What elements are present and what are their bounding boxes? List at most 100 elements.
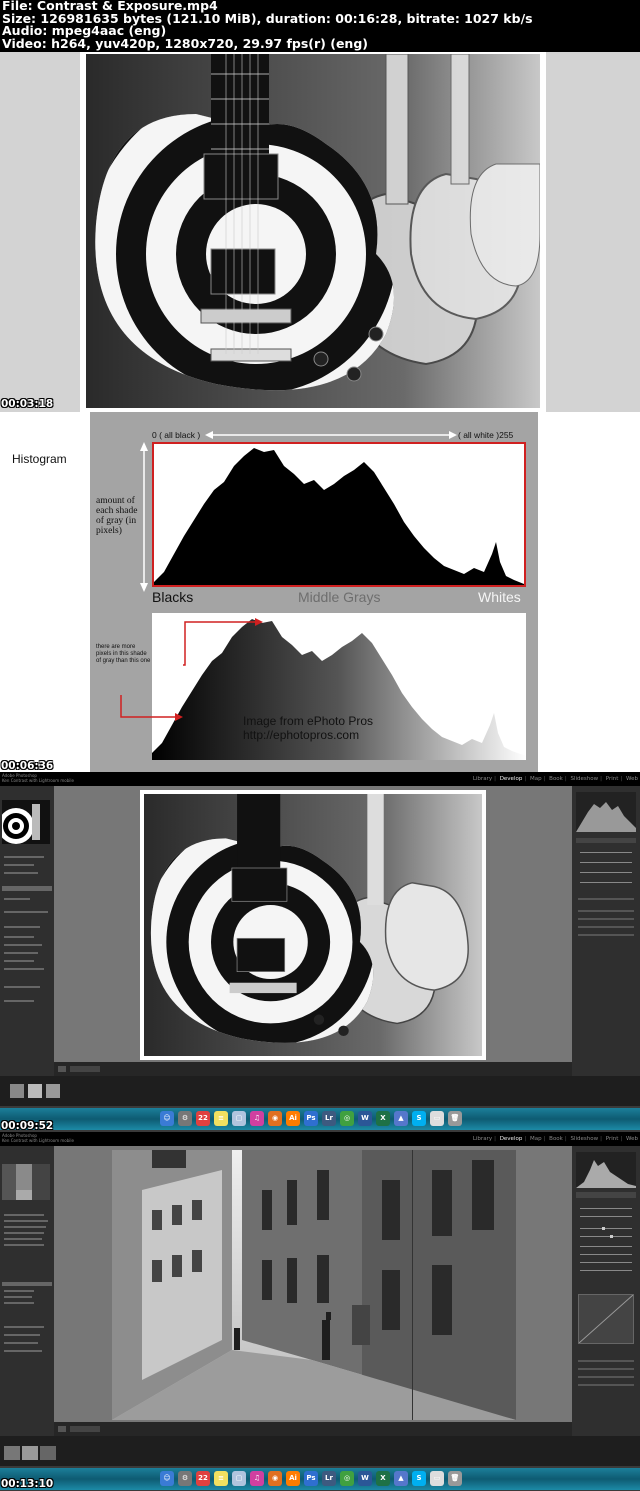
calendar-icon[interactable]: 22 <box>196 1111 210 1126</box>
slider-contrast[interactable] <box>580 1236 632 1237</box>
system-preferences-icon[interactable]: ⚙ <box>178 1471 192 1486</box>
app-icon[interactable]: ▲ <box>394 1111 408 1126</box>
video-info-header: File: Contrast & Exposure.mp4 Size: 1269… <box>2 0 638 52</box>
app-icon[interactable]: ▲ <box>394 1471 408 1486</box>
documents-icon[interactable]: ▭ <box>430 1471 444 1486</box>
filmstrip-thumb-3[interactable] <box>40 1446 56 1460</box>
module-library[interactable]: Library <box>473 776 492 782</box>
word-icon[interactable]: W <box>358 1111 372 1126</box>
notes-icon[interactable]: ≡ <box>214 1471 228 1486</box>
slider-1[interactable] <box>580 852 632 853</box>
photoshop-icon[interactable]: Ps <box>304 1471 318 1486</box>
skype-icon[interactable]: S <box>412 1111 426 1126</box>
firefox-icon[interactable]: ◉ <box>268 1471 282 1486</box>
filmstrip-thumb-1[interactable] <box>10 1084 24 1098</box>
module-library[interactable]: Library <box>473 1136 492 1142</box>
firefox-icon[interactable]: ◉ <box>268 1111 282 1126</box>
module-map[interactable]: Map <box>530 1136 542 1142</box>
module-book[interactable]: Book <box>549 1136 563 1142</box>
slider-2[interactable] <box>580 862 632 863</box>
selected-preset[interactable] <box>2 886 52 891</box>
catalog-identity: Adobe Photoshop Ken Contrast with Lightr… <box>2 1133 74 1143</box>
chrome-icon[interactable]: ◎ <box>340 1471 354 1486</box>
finder-icon[interactable]: ☺ <box>160 1471 174 1486</box>
calendar-icon[interactable]: 22 <box>196 1471 210 1486</box>
trash-icon[interactable]: 🗑 <box>448 1471 462 1486</box>
module-develop[interactable]: Develop <box>500 776 523 782</box>
selected-snapshot[interactable] <box>2 1282 52 1286</box>
lightroom-icon[interactable]: Lr <box>322 1111 336 1126</box>
trash-icon[interactable]: 🗑 <box>448 1111 462 1126</box>
annotation-arrows <box>120 618 263 721</box>
word-icon[interactable]: W <box>358 1471 372 1486</box>
chrome-icon[interactable]: ◎ <box>340 1111 354 1126</box>
itunes-icon[interactable]: ♫ <box>250 1111 264 1126</box>
module-print[interactable]: Print <box>606 1136 619 1142</box>
filmstrip-thumb-2[interactable] <box>28 1084 42 1098</box>
guitar-photo <box>86 54 540 408</box>
itunes-icon[interactable]: ♫ <box>250 1471 264 1486</box>
navigator-thumbnail[interactable] <box>2 800 50 844</box>
slider-temp[interactable] <box>580 1208 632 1209</box>
lightroom-top-bar: Adobe Photoshop Ken Contrast with Lightr… <box>0 1132 640 1146</box>
view-options[interactable] <box>70 1066 100 1072</box>
right-panel <box>572 1146 640 1436</box>
module-map[interactable]: Map <box>530 776 542 782</box>
slider-exposure[interactable] <box>580 1228 632 1229</box>
filmstrip-thumb-1[interactable] <box>4 1446 20 1460</box>
whites-label: Whites <box>478 589 521 605</box>
view-options[interactable] <box>70 1426 100 1432</box>
photo-canvas <box>54 786 572 1076</box>
filmstrip <box>0 1436 640 1466</box>
preview-icon[interactable]: ▢ <box>232 1471 246 1486</box>
photo-canvas <box>54 1146 572 1436</box>
excel-icon[interactable]: X <box>376 1111 390 1126</box>
system-preferences-icon[interactable]: ⚙ <box>178 1111 192 1126</box>
module-develop[interactable]: Develop <box>500 1136 523 1142</box>
documents-icon[interactable]: ▭ <box>430 1111 444 1126</box>
left-panel <box>0 1146 54 1436</box>
photoshop-icon[interactable]: Ps <box>304 1111 318 1126</box>
lightroom-icon[interactable]: Lr <box>322 1471 336 1486</box>
illustrator-icon[interactable]: Ai <box>286 1471 300 1486</box>
street-sign <box>352 1305 370 1345</box>
finder-icon[interactable]: ☺ <box>160 1111 174 1126</box>
street-photo <box>112 1150 516 1420</box>
slider-highlights[interactable] <box>580 1246 632 1247</box>
slider-whites[interactable] <box>580 1262 632 1263</box>
slider-shadows[interactable] <box>580 1254 632 1255</box>
toolbar <box>54 1422 572 1436</box>
illustrator-icon[interactable]: Ai <box>286 1111 300 1126</box>
slider-4[interactable] <box>580 882 632 883</box>
right-panel <box>572 786 640 1076</box>
toolbar <box>54 1062 572 1076</box>
notes-icon[interactable]: ≡ <box>214 1111 228 1126</box>
module-picker: Library | Develop | Map | Book | Slideshow | … <box>472 776 638 782</box>
tone-curve[interactable] <box>578 1294 634 1344</box>
module-web[interactable]: Web <box>626 1136 638 1142</box>
navigator-thumbnail[interactable] <box>2 1164 50 1200</box>
module-print[interactable]: Print <box>606 776 619 782</box>
excel-icon[interactable]: X <box>376 1471 390 1486</box>
credit-line-1: Image from ePhoto Pros <box>243 714 374 728</box>
slider-blacks[interactable] <box>580 1270 632 1271</box>
timestamp-4: 00:13:10 <box>1 1478 54 1490</box>
video-info: Video: h264, yuv420p, 1280x720, 29.97 fp… <box>2 35 368 51</box>
image-credit: Image from ePhoto Pros http://ephotopros… <box>243 714 373 742</box>
slider-tint[interactable] <box>580 1216 632 1217</box>
module-web[interactable]: Web <box>626 776 638 782</box>
frame-1-guitar-photo <box>0 52 640 412</box>
module-slideshow[interactable]: Slideshow <box>570 776 598 782</box>
slider-3[interactable] <box>580 872 632 873</box>
module-slideshow[interactable]: Slideshow <box>570 1136 598 1142</box>
frame-4-lightroom-street: Adobe Photoshop Ken Contrast with Lightr… <box>0 1132 640 1491</box>
loupe-view-button[interactable] <box>58 1426 66 1432</box>
skype-icon[interactable]: S <box>412 1471 426 1486</box>
loupe-view-button[interactable] <box>58 1066 66 1072</box>
macos-dock: ☺ ⚙ 22 ≡ ▢ ♫ ◉ Ai Ps Lr ◎ W X ▲ S ▭ 🗑 <box>0 1108 640 1130</box>
filmstrip-thumb-2[interactable] <box>22 1446 38 1460</box>
module-book[interactable]: Book <box>549 776 563 782</box>
tool-strip[interactable] <box>576 1192 636 1198</box>
preview-icon[interactable]: ▢ <box>232 1111 246 1126</box>
filmstrip-thumb-3[interactable] <box>46 1084 60 1098</box>
